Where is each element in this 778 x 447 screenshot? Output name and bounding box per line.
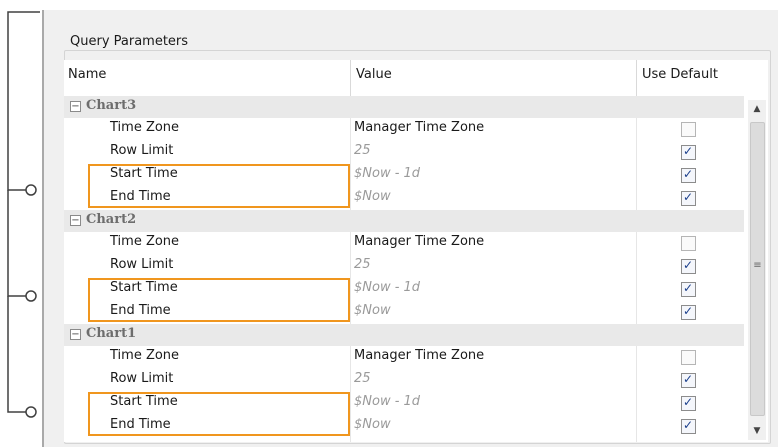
- use-default-checkbox[interactable]: [681, 281, 696, 297]
- use-default-checkbox[interactable]: [681, 258, 696, 274]
- column-header-use-default[interactable]: Use Default: [638, 60, 742, 96]
- param-name: Time Zone: [110, 120, 180, 135]
- grid-header: Name Value Use Default: [64, 60, 744, 97]
- param-value[interactable]: Manager Time Zone: [354, 120, 484, 135]
- use-default-checkbox[interactable]: [681, 395, 696, 411]
- category-chart2[interactable]: − Chart2: [64, 210, 744, 232]
- param-value[interactable]: Manager Time Zone: [354, 348, 484, 363]
- use-default-checkbox[interactable]: [681, 144, 696, 160]
- time-rows-highlight: [88, 164, 350, 208]
- table-row[interactable]: Row Limit 25: [64, 369, 744, 392]
- param-value[interactable]: $Now - 1d: [354, 166, 420, 181]
- use-default-checkbox[interactable]: [681, 372, 696, 388]
- param-name: Row Limit: [110, 143, 174, 158]
- time-rows-highlight: [88, 392, 350, 436]
- category-chart3[interactable]: − Chart3: [64, 96, 744, 118]
- param-value[interactable]: 25: [354, 143, 371, 158]
- table-row[interactable]: Time Zone Manager Time Zone: [64, 232, 744, 255]
- scroll-grip-icon: ≡: [753, 260, 762, 271]
- use-default-checkbox[interactable]: [681, 350, 696, 365]
- use-default-checkbox[interactable]: [681, 236, 696, 251]
- collapse-minus-icon[interactable]: −: [70, 329, 81, 340]
- table-row[interactable]: Row Limit 25: [64, 141, 744, 164]
- scrollbar-thumb[interactable]: ≡: [750, 122, 765, 416]
- category-chart1[interactable]: − Chart1: [64, 324, 744, 346]
- table-row[interactable]: Time Zone Manager Time Zone: [64, 346, 744, 369]
- column-separator: [350, 60, 351, 96]
- group-title: Query Parameters: [68, 34, 191, 49]
- param-value[interactable]: $Now: [354, 417, 391, 432]
- param-name: Time Zone: [110, 348, 180, 363]
- column-header-name[interactable]: Name: [64, 60, 352, 96]
- scroll-up-arrow-icon[interactable]: ▲: [748, 100, 766, 118]
- category-name: Chart1: [86, 326, 137, 341]
- param-name: Row Limit: [110, 371, 174, 386]
- param-value[interactable]: Manager Time Zone: [354, 234, 484, 249]
- use-default-checkbox[interactable]: [681, 167, 696, 183]
- use-default-checkbox[interactable]: [681, 304, 696, 320]
- param-name: Time Zone: [110, 234, 180, 249]
- column-separator: [636, 60, 637, 96]
- table-row[interactable]: Time Zone Manager Time Zone: [64, 118, 744, 141]
- category-name: Chart2: [86, 212, 137, 227]
- param-name: Row Limit: [110, 257, 174, 272]
- collapse-minus-icon[interactable]: −: [70, 215, 81, 226]
- collapse-minus-icon[interactable]: −: [70, 101, 81, 112]
- param-value[interactable]: 25: [354, 371, 371, 386]
- vertical-scrollbar[interactable]: ▲ ≡ ▼: [748, 100, 766, 440]
- category-name: Chart3: [86, 98, 137, 113]
- param-value[interactable]: 25: [354, 257, 371, 272]
- column-header-value[interactable]: Value: [352, 60, 640, 96]
- param-value[interactable]: $Now - 1d: [354, 394, 420, 409]
- use-default-checkbox[interactable]: [681, 122, 696, 137]
- property-grid: Name Value Use Default − Chart3 Time Zon…: [64, 60, 768, 442]
- param-value[interactable]: $Now - 1d: [354, 280, 420, 295]
- use-default-checkbox[interactable]: [681, 418, 696, 434]
- table-row[interactable]: Row Limit 25: [64, 255, 744, 278]
- param-value[interactable]: $Now: [354, 303, 391, 318]
- time-rows-highlight: [88, 278, 350, 322]
- scroll-down-arrow-icon[interactable]: ▼: [748, 422, 766, 440]
- use-default-checkbox[interactable]: [681, 190, 696, 206]
- param-value[interactable]: $Now: [354, 189, 391, 204]
